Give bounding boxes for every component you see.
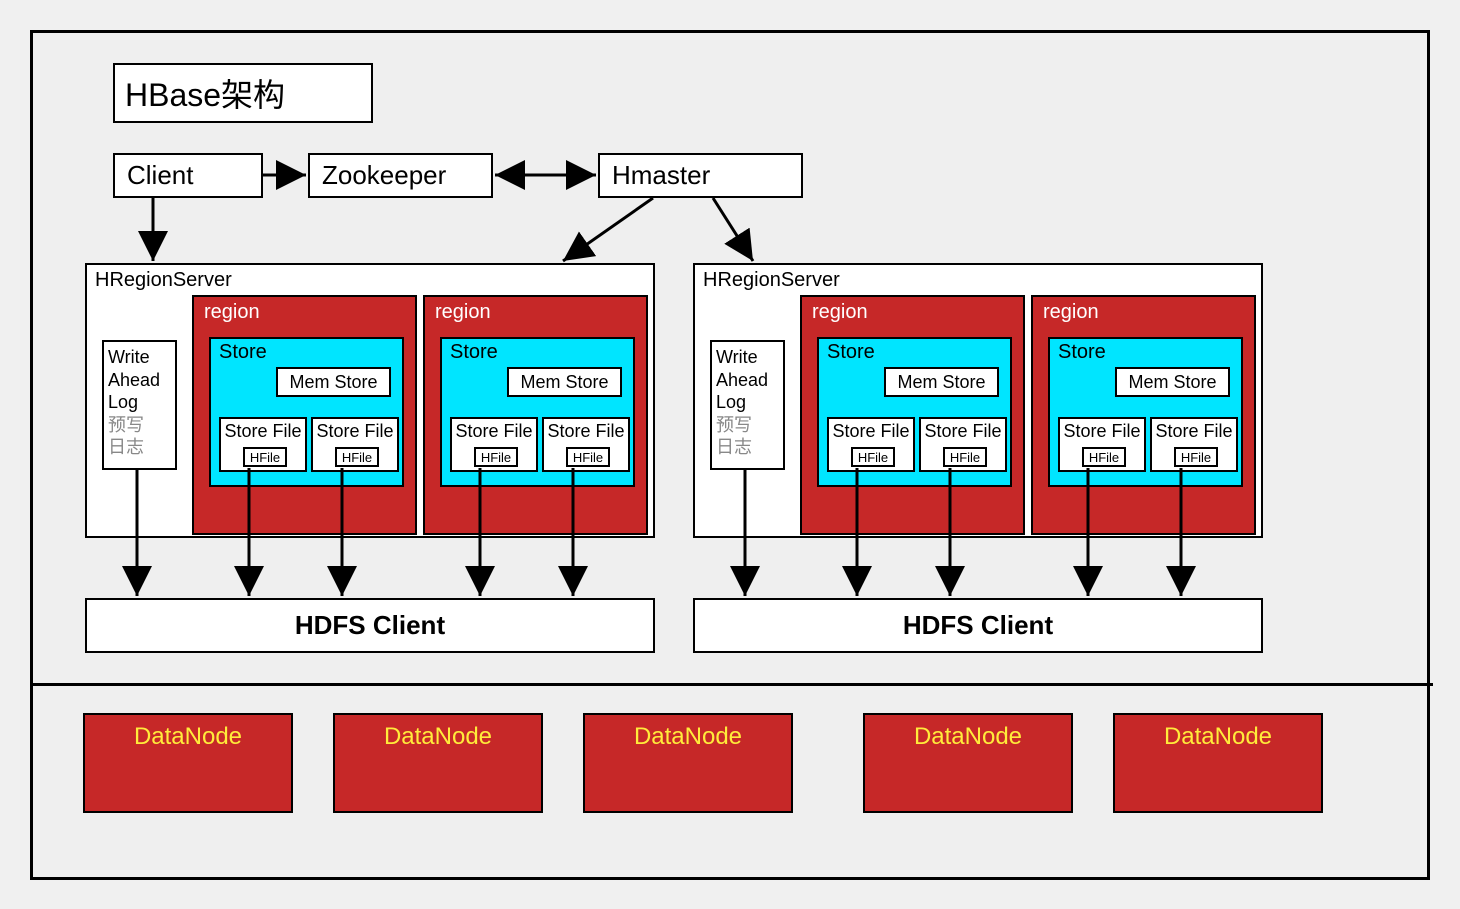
wal-l2: Ahead xyxy=(108,369,171,392)
datanode-2: DataNode xyxy=(333,713,543,813)
store-left-1: Store Mem Store Store File HFile Store F… xyxy=(209,337,404,487)
hregionserver-left-label: HRegionServer xyxy=(95,269,232,292)
memstore-left-1: Mem Store xyxy=(276,367,391,397)
storefile-left-2a: Store File HFile xyxy=(450,417,538,472)
memstore-right-2: Mem Store xyxy=(1115,367,1230,397)
region-left-1-label: region xyxy=(204,301,260,324)
store-left-2: Store Mem Store Store File HFile Store F… xyxy=(440,337,635,487)
storefile-left-1b: Store File HFile xyxy=(311,417,399,472)
region-right-1-label: region xyxy=(812,301,868,324)
hfile-left-2b: HFile xyxy=(566,447,610,467)
wal-r5: 日志 xyxy=(716,436,779,459)
wal-l1: Write xyxy=(108,346,171,369)
hfile-left-2a: HFile xyxy=(474,447,518,467)
hfile-right-2b: HFile xyxy=(1174,447,1218,467)
store-right-1: Store Mem Store Store File HFile Store F… xyxy=(817,337,1012,487)
datanode-3: DataNode xyxy=(583,713,793,813)
region-right-1: region Store Mem Store Store File HFile … xyxy=(800,295,1025,535)
hregionserver-left: HRegionServer Write Ahead Log 预写 日志 regi… xyxy=(85,263,655,538)
diagram-title: HBase架构 xyxy=(113,63,373,123)
client-label: Client xyxy=(127,160,193,191)
storefile-left-2b: Store File HFile xyxy=(542,417,630,472)
region-left-1: region Store Mem Store Store File HFile … xyxy=(192,295,417,535)
hdfs-client-left: HDFS Client xyxy=(85,598,655,653)
diagram-frame: HBase架构 Client Zookeeper Hmaster HRegion… xyxy=(30,30,1430,880)
hmaster-box: Hmaster xyxy=(598,153,803,198)
memstore-right-1: Mem Store xyxy=(884,367,999,397)
region-left-2: region Store Mem Store Store File HFile … xyxy=(423,295,648,535)
hfile-left-1b: HFile xyxy=(335,447,379,467)
hfile-right-1b: HFile xyxy=(943,447,987,467)
client-box: Client xyxy=(113,153,263,198)
store-right-1-label: Store xyxy=(827,341,875,364)
hmaster-label: Hmaster xyxy=(612,160,710,191)
store-right-2-label: Store xyxy=(1058,341,1106,364)
region-left-2-label: region xyxy=(435,301,491,324)
hdfs-client-right: HDFS Client xyxy=(693,598,1263,653)
storefile-right-1a: Store File HFile xyxy=(827,417,915,472)
wal-r4: 预写 xyxy=(716,414,779,437)
zookeeper-label: Zookeeper xyxy=(322,160,446,191)
memstore-left-2: Mem Store xyxy=(507,367,622,397)
datanode-divider xyxy=(33,683,1433,686)
hregionserver-right-label: HRegionServer xyxy=(703,269,840,292)
datanode-5: DataNode xyxy=(1113,713,1323,813)
hfile-right-1a: HFile xyxy=(851,447,895,467)
wal-l4: 预写 xyxy=(108,414,171,437)
hregionserver-right: HRegionServer Write Ahead Log 预写 日志 regi… xyxy=(693,263,1263,538)
region-right-2: region Store Mem Store Store File HFile … xyxy=(1031,295,1256,535)
wal-left: Write Ahead Log 预写 日志 xyxy=(102,340,177,470)
title-text: HBase架构 xyxy=(125,70,285,116)
storefile-right-2b: Store File HFile xyxy=(1150,417,1238,472)
zookeeper-box: Zookeeper xyxy=(308,153,493,198)
wal-r1: Write xyxy=(716,346,779,369)
datanode-1: DataNode xyxy=(83,713,293,813)
storefile-right-1b: Store File HFile xyxy=(919,417,1007,472)
wal-l5: 日志 xyxy=(108,436,171,459)
store-left-1-label: Store xyxy=(219,341,267,364)
datanode-4: DataNode xyxy=(863,713,1073,813)
hfile-right-2a: HFile xyxy=(1082,447,1126,467)
wal-right: Write Ahead Log 预写 日志 xyxy=(710,340,785,470)
store-right-2: Store Mem Store Store File HFile Store F… xyxy=(1048,337,1243,487)
store-left-2-label: Store xyxy=(450,341,498,364)
wal-r2: Ahead xyxy=(716,369,779,392)
wal-l3: Log xyxy=(108,391,171,414)
storefile-right-2a: Store File HFile xyxy=(1058,417,1146,472)
hfile-left-1a: HFile xyxy=(243,447,287,467)
region-right-2-label: region xyxy=(1043,301,1099,324)
wal-r3: Log xyxy=(716,391,779,414)
storefile-left-1a: Store File HFile xyxy=(219,417,307,472)
